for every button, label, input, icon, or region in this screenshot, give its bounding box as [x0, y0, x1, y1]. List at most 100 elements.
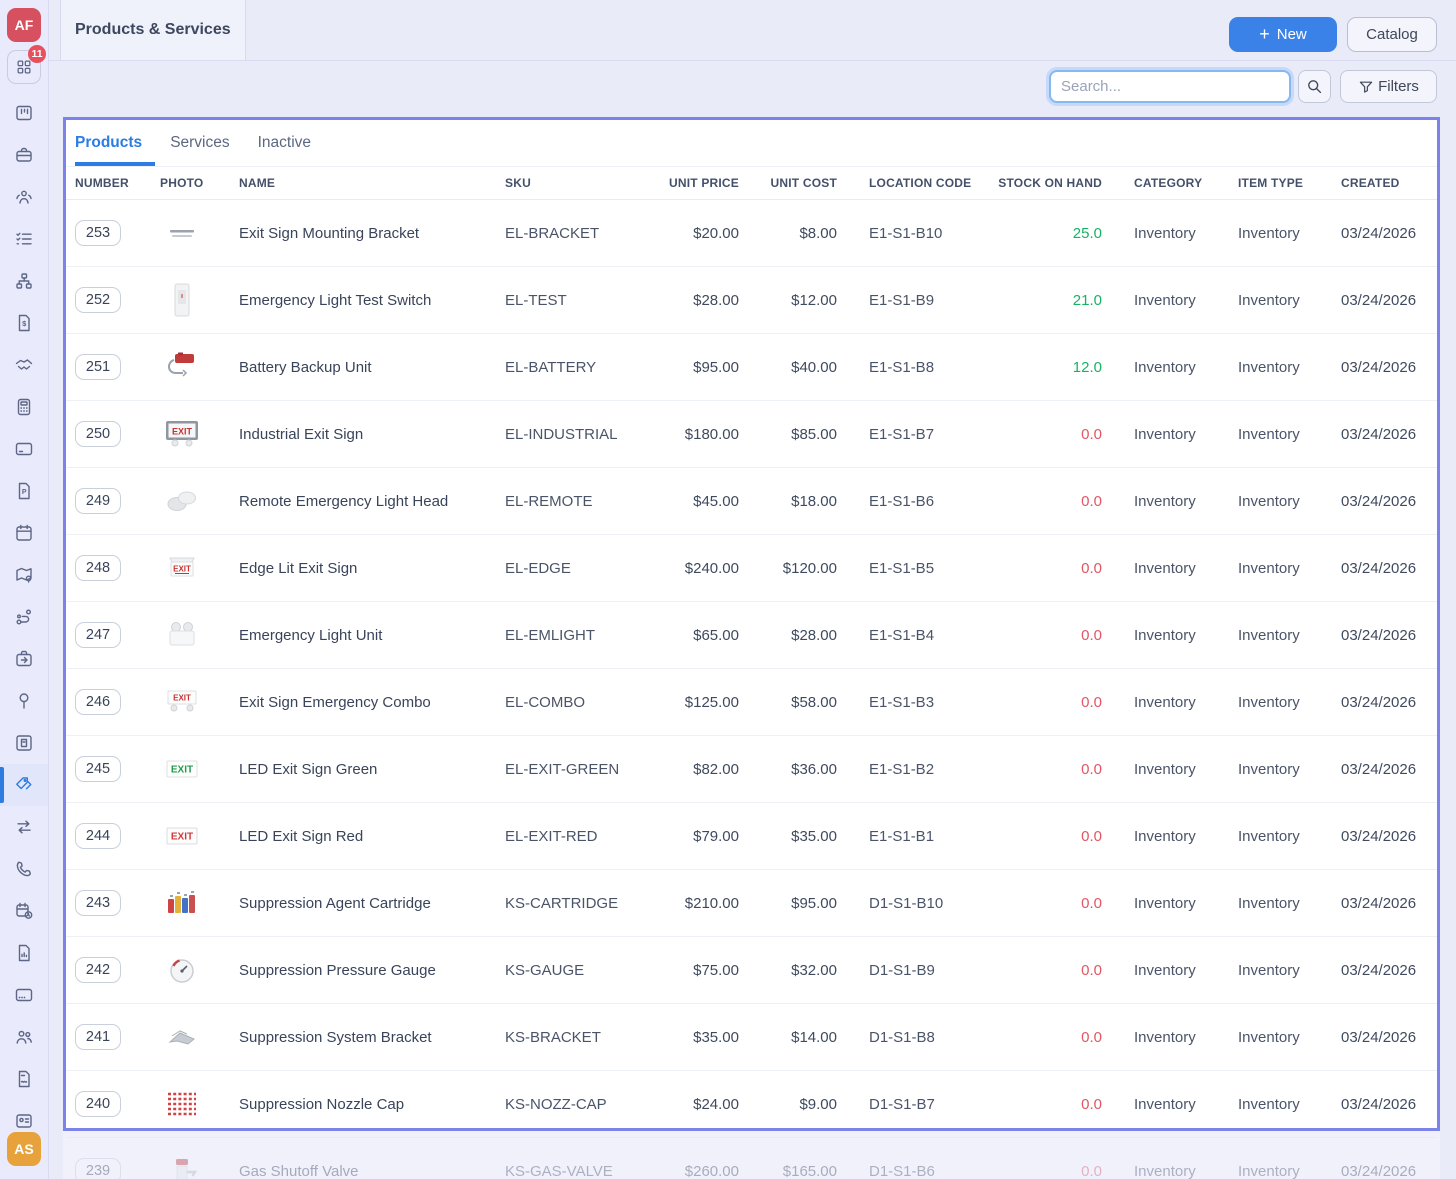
sidebar-item-card-alt[interactable]: [0, 974, 48, 1016]
sidebar-item-phone[interactable]: [0, 848, 48, 890]
sidebar-item-kanban-board[interactable]: [0, 92, 48, 134]
number-badge[interactable]: 239: [75, 1158, 121, 1179]
apps-grid-button[interactable]: 11: [7, 45, 46, 84]
svg-text:EXIT: EXIT: [173, 565, 191, 574]
number-badge[interactable]: 247: [66, 622, 151, 648]
number-badge[interactable]: 248: [66, 555, 151, 581]
sidebar-item-invoice-document[interactable]: $: [0, 302, 48, 344]
number-badge[interactable]: 241: [75, 1024, 121, 1050]
sidebar-item-purchase-document[interactable]: P: [0, 470, 48, 512]
created-date: 03/24/2026: [1341, 693, 1417, 711]
sidebar-item-contract-document[interactable]: [0, 1058, 48, 1100]
number-badge[interactable]: 243: [75, 890, 121, 916]
number-badge[interactable]: 248: [75, 555, 121, 581]
sidebar-item-framed-document[interactable]: [0, 722, 48, 764]
sidebar-item-report-document[interactable]: [0, 932, 48, 974]
search-button[interactable]: [1298, 70, 1331, 103]
sidebar-item-task-list[interactable]: [0, 218, 48, 260]
sidebar-item-briefcase[interactable]: [0, 134, 48, 176]
category: Inventory: [1134, 760, 1196, 778]
user-avatar[interactable]: AS: [7, 1132, 41, 1166]
sidebar-item-payment-card[interactable]: [0, 428, 48, 470]
number-badge[interactable]: 252: [66, 287, 151, 313]
sidebar-item-calculator[interactable]: [0, 386, 48, 428]
top-bar: Products & Services + New Catalog: [48, 0, 1456, 61]
table-row[interactable]: 245 EXIT LED Exit Sign Green EL-EXIT-GREEN $…: [66, 736, 1437, 803]
product-sku: KS-BRACKET: [505, 1028, 601, 1046]
stock-on-hand: 0.0: [1081, 1095, 1102, 1113]
photo-valve: [176, 1159, 198, 1179]
created-date: 03/24/2026: [1341, 1162, 1417, 1179]
table-row[interactable]: 248 EXIT Edge Lit Exit Sign EL-EDGE $240.00 $…: [66, 535, 1437, 602]
sidebar-item-tags[interactable]: [0, 764, 48, 806]
search-input[interactable]: [1049, 70, 1291, 103]
table-row[interactable]: 241 Suppression System Bracket KS-BRACKET $…: [66, 1004, 1437, 1071]
number-badge[interactable]: 249: [66, 488, 151, 514]
number-badge[interactable]: 250: [66, 421, 151, 447]
unit-cost: $32.00: [791, 961, 837, 979]
sidebar-item-customers[interactable]: [0, 1016, 48, 1058]
table-row[interactable]: 247 Emergency Light Unit EL-EMLIGHT $65.00 $…: [66, 602, 1437, 669]
table-row[interactable]: 243 Suppression Agent Cartridge KS-CARTRID…: [66, 870, 1437, 937]
sidebar-item-pin[interactable]: [0, 680, 48, 722]
number-badge[interactable]: 251: [66, 354, 151, 380]
number-badge[interactable]: 246: [75, 689, 121, 715]
number-badge[interactable]: 251: [75, 354, 121, 380]
unit-price: $35.00: [693, 1028, 739, 1046]
dispatch-box-icon: [16, 650, 32, 667]
new-button[interactable]: + New: [1229, 17, 1337, 52]
number-badge[interactable]: 243: [66, 890, 151, 916]
table-row[interactable]: 244 EXIT LED Exit Sign Red EL-EXIT-RED $79.0…: [66, 803, 1437, 870]
product-name: Suppression Pressure Gauge: [239, 961, 436, 979]
number-badge[interactable]: 240: [75, 1091, 121, 1117]
tab-products[interactable]: Products: [75, 120, 156, 166]
number-badge[interactable]: 244: [75, 823, 121, 849]
product-name: Suppression Agent Cartridge: [239, 894, 431, 912]
stock-on-hand: 0.0: [1081, 492, 1102, 510]
svg-text:EXIT: EXIT: [171, 832, 193, 843]
created-date: 03/24/2026: [1341, 559, 1417, 577]
sidebar-item-map-location[interactable]: [0, 554, 48, 596]
sidebar-item-dispatch-box[interactable]: [0, 638, 48, 680]
number-badge[interactable]: 247: [75, 622, 121, 648]
number-badge[interactable]: 244: [66, 823, 151, 849]
workspace-avatar[interactable]: AF: [7, 8, 41, 42]
sidebar-item-team[interactable]: [0, 176, 48, 218]
table-row[interactable]: 250 EXIT Industrial Exit Sign EL-INDUSTRIAL…: [66, 401, 1437, 468]
sidebar-item-handshake[interactable]: [0, 344, 48, 386]
table-row[interactable]: 242 Suppression Pressure Gauge KS-GAUGE $75…: [66, 937, 1437, 1004]
number-badge[interactable]: 242: [75, 957, 121, 983]
number-badge[interactable]: 246: [66, 689, 151, 715]
number-badge[interactable]: 253: [75, 220, 121, 246]
number-badge[interactable]: 252: [75, 287, 121, 313]
number-badge[interactable]: 241: [66, 1024, 151, 1050]
tab-inactive[interactable]: Inactive: [258, 120, 311, 166]
table-row[interactable]: 239 Gas Shutoff Valve KS-GAS-VALVE $260.00 $…: [66, 1138, 1437, 1179]
table-row[interactable]: 252 Emergency Light Test Switch EL-TEST $28…: [66, 267, 1437, 334]
sidebar-item-workflow[interactable]: [0, 260, 48, 302]
column-header-location-code: LOCATION CODE: [869, 176, 972, 190]
number-badge[interactable]: 240: [66, 1091, 151, 1117]
sidebar-item-transfer-arrows[interactable]: [0, 806, 48, 848]
table-row[interactable]: 253 Exit Sign Mounting Bracket EL-BRACKET $…: [66, 200, 1437, 267]
number-badge[interactable]: 245: [66, 756, 151, 782]
tab-services[interactable]: Services: [170, 120, 229, 166]
number-badge[interactable]: 242: [66, 957, 151, 983]
catalog-button[interactable]: Catalog: [1347, 17, 1437, 52]
table-row[interactable]: 240 Suppression Nozzle Cap KS-NOZZ-CAP $24.…: [66, 1071, 1437, 1138]
number-badge[interactable]: 245: [75, 756, 121, 782]
app-root: AF 11 $ P AS Products & Services + New Ca…: [0, 0, 1456, 1179]
table-row[interactable]: 251 Battery Backup Unit EL-BATTERY $95.00 $4…: [66, 334, 1437, 401]
table-row[interactable]: 246 EXIT Exit Sign Emergency Combo EL-COMBO…: [66, 669, 1437, 736]
number-badge[interactable]: 253: [66, 220, 151, 246]
number-badge[interactable]: 249: [75, 488, 121, 514]
number-badge[interactable]: 250: [75, 421, 121, 447]
photo-cartridges: [168, 891, 195, 913]
number-badge[interactable]: 239: [66, 1158, 151, 1179]
photo-exit-green: EXIT: [166, 760, 198, 778]
filters-button[interactable]: Filters: [1340, 70, 1437, 103]
sidebar-item-route[interactable]: [0, 596, 48, 638]
sidebar-item-calendar-clock[interactable]: [0, 890, 48, 932]
table-row[interactable]: 249 Remote Emergency Light Head EL-REMOTE $…: [66, 468, 1437, 535]
sidebar-item-calendar[interactable]: [0, 512, 48, 554]
